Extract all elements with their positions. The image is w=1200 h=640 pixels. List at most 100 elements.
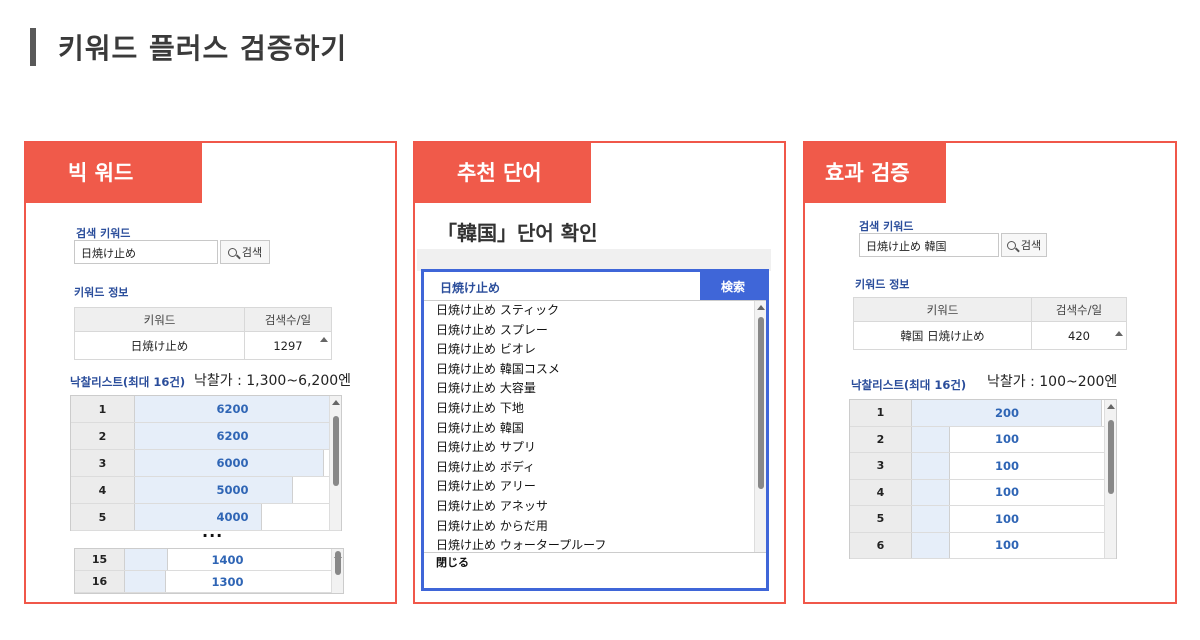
- search-icon: [227, 247, 237, 257]
- bid-value-cell: 6000: [135, 450, 341, 476]
- panel-recommended-words: 추천 단어 「韓国」단어 확인 日焼け止め 検索 日焼け止め スティック 日焼け止…: [413, 141, 786, 604]
- scroll-up-icon[interactable]: [1107, 404, 1115, 409]
- scroll-thumb[interactable]: [758, 317, 764, 489]
- autocomplete-input[interactable]: 日焼け止め: [432, 274, 702, 298]
- bid-rank: 1: [71, 396, 135, 422]
- keyword-info-label: 키워드 정보: [74, 286, 129, 299]
- autocomplete-box: 日焼け止め 検索 日焼け止め スティック 日焼け止め スプレー 日焼け止め ビオレ日…: [421, 269, 769, 591]
- bid-value: 100: [994, 432, 1019, 447]
- panel-big-word: 빅 워드 검색 키워드 日焼け止め 검색 키워드 정보 키워드 검색수/일 日焼…: [24, 141, 397, 604]
- bid-row: 4 5000: [71, 477, 341, 504]
- bid-list[interactable]: 1 200 2 100 3 100 4 100 5 100 6 100: [849, 399, 1117, 559]
- search-button[interactable]: 검색: [220, 240, 270, 264]
- kensaku-button[interactable]: 検索: [700, 272, 766, 300]
- search-button-label: 검색: [241, 246, 263, 259]
- search-input[interactable]: 日焼け止め: [74, 240, 218, 264]
- bid-row: 4 100: [850, 479, 1116, 506]
- bid-value: 100: [994, 538, 1019, 553]
- bid-rank: 4: [850, 479, 912, 505]
- scroll-up-icon[interactable]: [332, 400, 340, 405]
- suggestion-item[interactable]: 日焼け止め からだ用: [424, 517, 766, 537]
- scroll-up-icon[interactable]: [320, 337, 328, 342]
- bid-rank: 3: [850, 453, 912, 479]
- search-keyword-label: 검색 키워드: [859, 220, 914, 233]
- bid-list-label: 낙찰리스트(최대 16건): [70, 375, 186, 389]
- bid-value-cell: 100: [912, 506, 1116, 532]
- bid-row: 3 6000: [71, 450, 341, 477]
- panel-tab-recommended: 추천 단어: [415, 143, 591, 203]
- close-suggestions-button[interactable]: 閉じる: [424, 552, 766, 572]
- bid-list-scrollbar[interactable]: [331, 549, 343, 593]
- bid-value: 1300: [211, 574, 244, 589]
- scroll-thumb[interactable]: [335, 551, 341, 575]
- bid-list[interactable]: 1 6200 2 6200 3 6000 4 5000 5 4000: [70, 395, 342, 531]
- word-confirm-heading: 「韓国」단어 확인: [437, 221, 598, 245]
- col-header-keyword: 키워드: [853, 297, 1032, 322]
- col-header-searches: 검색수/일: [244, 307, 332, 332]
- searches-cell: 420: [1031, 321, 1127, 350]
- bid-value-cell: 1300: [125, 571, 343, 592]
- bid-value-cell: 100: [912, 453, 1116, 479]
- panel-effect-verification: 효과 검증 검색 키워드 日焼け止め 韓国 검색 키워드 정보 키워드 검색수/…: [803, 141, 1177, 604]
- bid-list-scrollbar[interactable]: [329, 396, 341, 530]
- keyword-cell: 韓国 日焼け止め: [853, 321, 1032, 350]
- bid-row: 3 100: [850, 453, 1116, 480]
- scroll-up-icon[interactable]: [1115, 331, 1123, 336]
- bid-row: 16 1300: [75, 571, 343, 593]
- bid-value: 100: [994, 485, 1019, 500]
- scroll-up-icon[interactable]: [757, 305, 765, 310]
- suggestion-item[interactable]: 日焼け止め ボディ: [424, 458, 766, 478]
- bid-value: 6000: [216, 456, 249, 470]
- bid-row: 15 1400: [75, 549, 343, 571]
- search-keyword-label: 검색 키워드: [76, 227, 131, 240]
- search-area-background: [417, 249, 771, 271]
- keyword-info-table: 키워드 검색수/일 日焼け止め 1297: [74, 307, 332, 360]
- suggestion-item[interactable]: 日焼け止め 大容量: [424, 379, 766, 399]
- suggestion-item[interactable]: 日焼け止め サプリ: [424, 438, 766, 458]
- bid-rank: 1: [850, 400, 912, 426]
- keyword-info-label: 키워드 정보: [855, 278, 910, 291]
- bid-value-cell: 6200: [135, 423, 341, 449]
- keyword-info-table: 키워드 검색수/일 韓国 日焼け止め 420: [853, 297, 1127, 350]
- suggestion-item[interactable]: 日焼け止め アリー: [424, 477, 766, 497]
- bid-rank: 15: [75, 549, 125, 570]
- bid-value: 1400: [211, 552, 244, 567]
- scroll-thumb[interactable]: [333, 416, 339, 486]
- bid-rank: 2: [71, 423, 135, 449]
- title-bar-decoration: [30, 28, 36, 66]
- bid-row: 2 100: [850, 426, 1116, 453]
- bid-value: 5000: [216, 483, 249, 497]
- suggestion-item[interactable]: 日焼け止め 韓国コスメ: [424, 360, 766, 380]
- panel-tab-effect: 효과 검증: [805, 143, 946, 203]
- bid-rank: 2: [850, 426, 912, 452]
- searches-cell: 1297: [244, 331, 332, 360]
- suggestion-item[interactable]: 日焼け止め スプレー: [424, 321, 766, 341]
- bid-row: 2 6200: [71, 423, 341, 450]
- suggestion-list: 日焼け止め スティック 日焼け止め スプレー 日焼け止め ビオレ 日焼け止め 韓国コス…: [424, 300, 766, 572]
- bid-list-scrollbar[interactable]: [1104, 400, 1116, 558]
- scroll-thumb[interactable]: [1108, 420, 1114, 494]
- suggestion-item[interactable]: 日焼け止め スティック: [424, 301, 766, 321]
- suggestion-item[interactable]: 日焼け止め 下地: [424, 399, 766, 419]
- keyword-cell: 日焼け止め: [74, 331, 245, 360]
- bid-value-cell: 100: [912, 479, 1116, 505]
- ellipsis: ···: [202, 526, 224, 545]
- bid-rank: 5: [71, 504, 135, 530]
- bid-value: 6200: [216, 402, 249, 416]
- suggestion-item[interactable]: 日焼け止め 韓国: [424, 419, 766, 439]
- bid-value-cell: 100: [912, 426, 1116, 452]
- search-input[interactable]: 日焼け止め 韓国: [859, 233, 999, 257]
- bid-list-label: 낙찰리스트(최대 16건): [851, 378, 967, 392]
- bid-list-tail[interactable]: 15 1400 16 1300: [74, 548, 344, 594]
- bid-value-cell: 100: [912, 532, 1116, 558]
- search-button[interactable]: 검색: [1001, 233, 1047, 257]
- bid-value: 100: [994, 458, 1019, 473]
- bid-rank: 16: [75, 571, 125, 592]
- suggestion-item[interactable]: 日焼け止め ビオレ: [424, 340, 766, 360]
- col-header-keyword: 키워드: [74, 307, 245, 332]
- bid-value-cell: 200: [912, 400, 1116, 426]
- suggestion-item[interactable]: 日焼け止め アネッサ: [424, 497, 766, 517]
- col-header-searches: 검색수/일: [1031, 297, 1127, 322]
- suggestion-scrollbar[interactable]: [754, 301, 766, 553]
- page-title: 키워드 플러스 검증하기: [30, 28, 347, 66]
